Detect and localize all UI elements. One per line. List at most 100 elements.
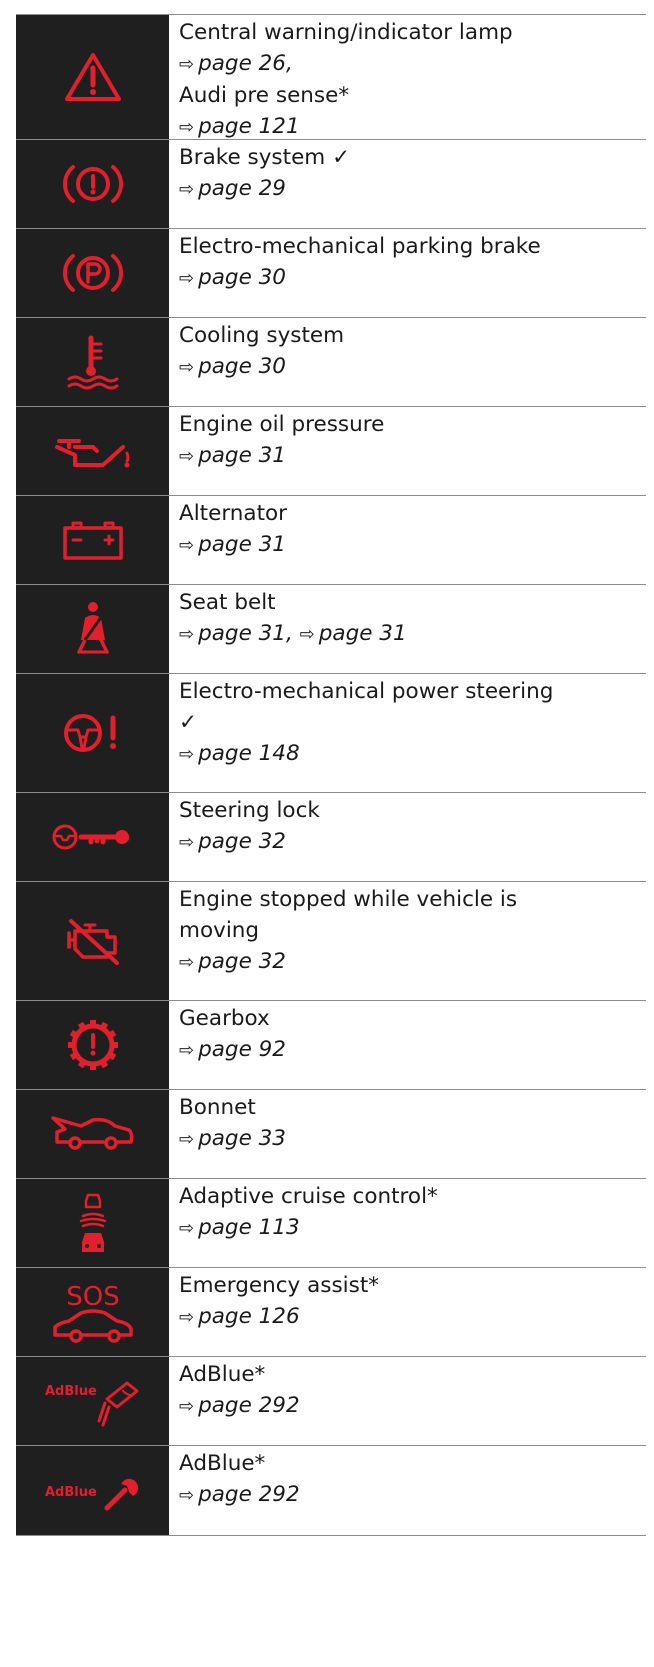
table-row: Brake system ✓ ⇨ page 29 — [16, 140, 646, 229]
table-row: Central warning/indicator lamp ⇨ page 26, A… — [16, 15, 646, 140]
description-cell: Emergency assist* ⇨ page 126 — [169, 1268, 646, 1356]
page-link[interactable]: page 121 — [198, 114, 300, 139]
description-cell: Cooling system ⇨ page 30 — [169, 318, 646, 406]
page-link[interactable]: page 31, — [198, 621, 300, 646]
description-text: Central warning/indicator lamp — [179, 20, 513, 45]
description-text: Alternator — [179, 501, 288, 526]
arrow-right-icon: ⇨ — [179, 1129, 195, 1150]
icon-cell — [16, 1001, 169, 1089]
power-steering-icon — [61, 710, 125, 756]
icon-cell: SOS — [16, 1268, 169, 1356]
arrow-right-icon: ⇨ — [179, 1485, 195, 1506]
arrow-right-icon: ⇨ — [179, 744, 195, 765]
page-reference: ⇨ page 126 — [179, 1301, 646, 1333]
icon-cell — [16, 15, 169, 139]
description-cell: Engine oil pressure ⇨ page 31 — [169, 407, 646, 495]
description-text: Seat belt — [179, 590, 276, 615]
arrow-right-icon: ⇨ — [299, 624, 315, 645]
page-reference: ⇨ page 92 — [179, 1034, 646, 1066]
page-reference: ⇨ page 32 — [179, 826, 646, 858]
page-link[interactable]: page 30 — [198, 354, 286, 379]
description-text: Adaptive cruise control* — [179, 1184, 438, 1209]
indicator-lamp-table: Central warning/indicator lamp ⇨ page 26, A… — [16, 14, 646, 1536]
page-reference: ⇨ page 30 — [179, 351, 646, 383]
gearbox-icon — [63, 1015, 123, 1075]
icon-cell — [16, 496, 169, 584]
description-cell: Engine stopped while vehicle is moving ⇨ pa… — [169, 882, 646, 1000]
page-reference: ⇨ page 121 — [179, 111, 646, 143]
page-link[interactable]: page 31 — [198, 443, 286, 468]
description-text: AdBlue* — [179, 1362, 266, 1387]
page-link[interactable]: page 32 — [198, 949, 286, 974]
arrow-right-icon: ⇨ — [179, 446, 195, 467]
description-text: Bonnet — [179, 1095, 256, 1120]
icon-cell — [16, 140, 169, 228]
description-text: Electro-mechanical parking brake — [179, 234, 541, 259]
arrow-right-icon: ⇨ — [179, 624, 195, 645]
description-cell: AdBlue* ⇨ page 292 — [169, 1357, 646, 1445]
page-reference: ⇨ page 292 — [179, 1479, 646, 1511]
description-text: Emergency assist* — [179, 1273, 380, 1298]
page-link[interactable]: page 32 — [198, 829, 286, 854]
table-row: Bonnet ⇨ page 33 — [16, 1090, 646, 1179]
table-row: Cooling system ⇨ page 30 — [16, 318, 646, 407]
icon-cell — [16, 1179, 169, 1267]
oil-can-icon — [53, 429, 133, 473]
description-text: Engine oil pressure — [179, 412, 385, 437]
arrow-right-icon: ⇨ — [179, 1040, 195, 1061]
icon-cell — [16, 882, 169, 1000]
arrow-right-icon: ⇨ — [179, 1396, 195, 1417]
arrow-right-icon: ⇨ — [179, 54, 195, 75]
brake-system-icon — [61, 161, 125, 207]
arrow-right-icon: ⇨ — [179, 357, 195, 378]
description-cell: Steering lock ⇨ page 32 — [169, 793, 646, 881]
icon-cell — [16, 407, 169, 495]
arrow-right-icon: ⇨ — [179, 535, 195, 556]
description-text: Steering lock — [179, 798, 320, 823]
page-reference: ⇨ page 32 — [179, 946, 646, 978]
page-reference: ⇨ page 31 — [179, 440, 646, 472]
page-reference: ⇨ page 26, — [179, 48, 646, 80]
adblue-refill-icon: AdBlue — [43, 1373, 143, 1429]
page-link[interactable]: page 31 — [198, 532, 286, 557]
icon-cell — [16, 318, 169, 406]
table-row: Seat belt ⇨ page 31, ⇨ page 31 — [16, 585, 646, 674]
svg-text:SOS: SOS — [66, 1282, 119, 1312]
engine-stopped-icon — [61, 915, 125, 967]
description-cell: AdBlue* ⇨ page 292 — [169, 1446, 646, 1535]
icon-cell — [16, 674, 169, 792]
page-link[interactable]: page 292 — [198, 1393, 300, 1418]
svg-text:AdBlue: AdBlue — [45, 1485, 97, 1500]
page-link[interactable]: page 26, — [198, 51, 293, 76]
page-link[interactable]: page 30 — [198, 265, 286, 290]
parking-brake-icon — [61, 250, 125, 296]
page-link[interactable]: page 148 — [198, 741, 300, 766]
adaptive-cruise-icon — [73, 1190, 113, 1256]
table-row: Gearbox ⇨ page 92 — [16, 1001, 646, 1090]
description-cell: Gearbox ⇨ page 92 — [169, 1001, 646, 1089]
arrow-right-icon: ⇨ — [179, 179, 195, 200]
icon-cell: AdBlue — [16, 1357, 169, 1445]
page-reference: ⇨ page 30 — [179, 262, 646, 294]
table-row: SOS Emergency assist* ⇨ page 126 — [16, 1268, 646, 1357]
icon-cell — [16, 229, 169, 317]
page-link[interactable]: page 92 — [198, 1037, 286, 1062]
table-row: Adaptive cruise control* ⇨ page 113 — [16, 1179, 646, 1268]
page-link[interactable]: page 126 — [198, 1304, 300, 1329]
arrow-right-icon: ⇨ — [179, 1218, 195, 1239]
page-reference: ⇨ page 113 — [179, 1212, 646, 1244]
description-text: moving — [179, 918, 260, 943]
page-link[interactable]: page 113 — [198, 1215, 300, 1240]
description-cell: Seat belt ⇨ page 31, ⇨ page 31 — [169, 585, 646, 673]
page-link[interactable]: page 31 — [319, 621, 407, 646]
bonnet-icon — [50, 1114, 135, 1154]
page-link[interactable]: page 292 — [198, 1482, 300, 1507]
page-reference: ⇨ page 33 — [179, 1123, 646, 1155]
table-row: Engine stopped while vehicle is moving ⇨ pa… — [16, 882, 646, 1001]
page-link[interactable]: page 33 — [198, 1126, 286, 1151]
description-text: Electro-mechanical power steering — [179, 679, 554, 704]
description-cell: Brake system ✓ ⇨ page 29 — [169, 140, 646, 228]
icon-cell — [16, 585, 169, 673]
table-row: AdBlue AdBlue* ⇨ page 292 — [16, 1357, 646, 1446]
page-link[interactable]: page 29 — [198, 176, 286, 201]
